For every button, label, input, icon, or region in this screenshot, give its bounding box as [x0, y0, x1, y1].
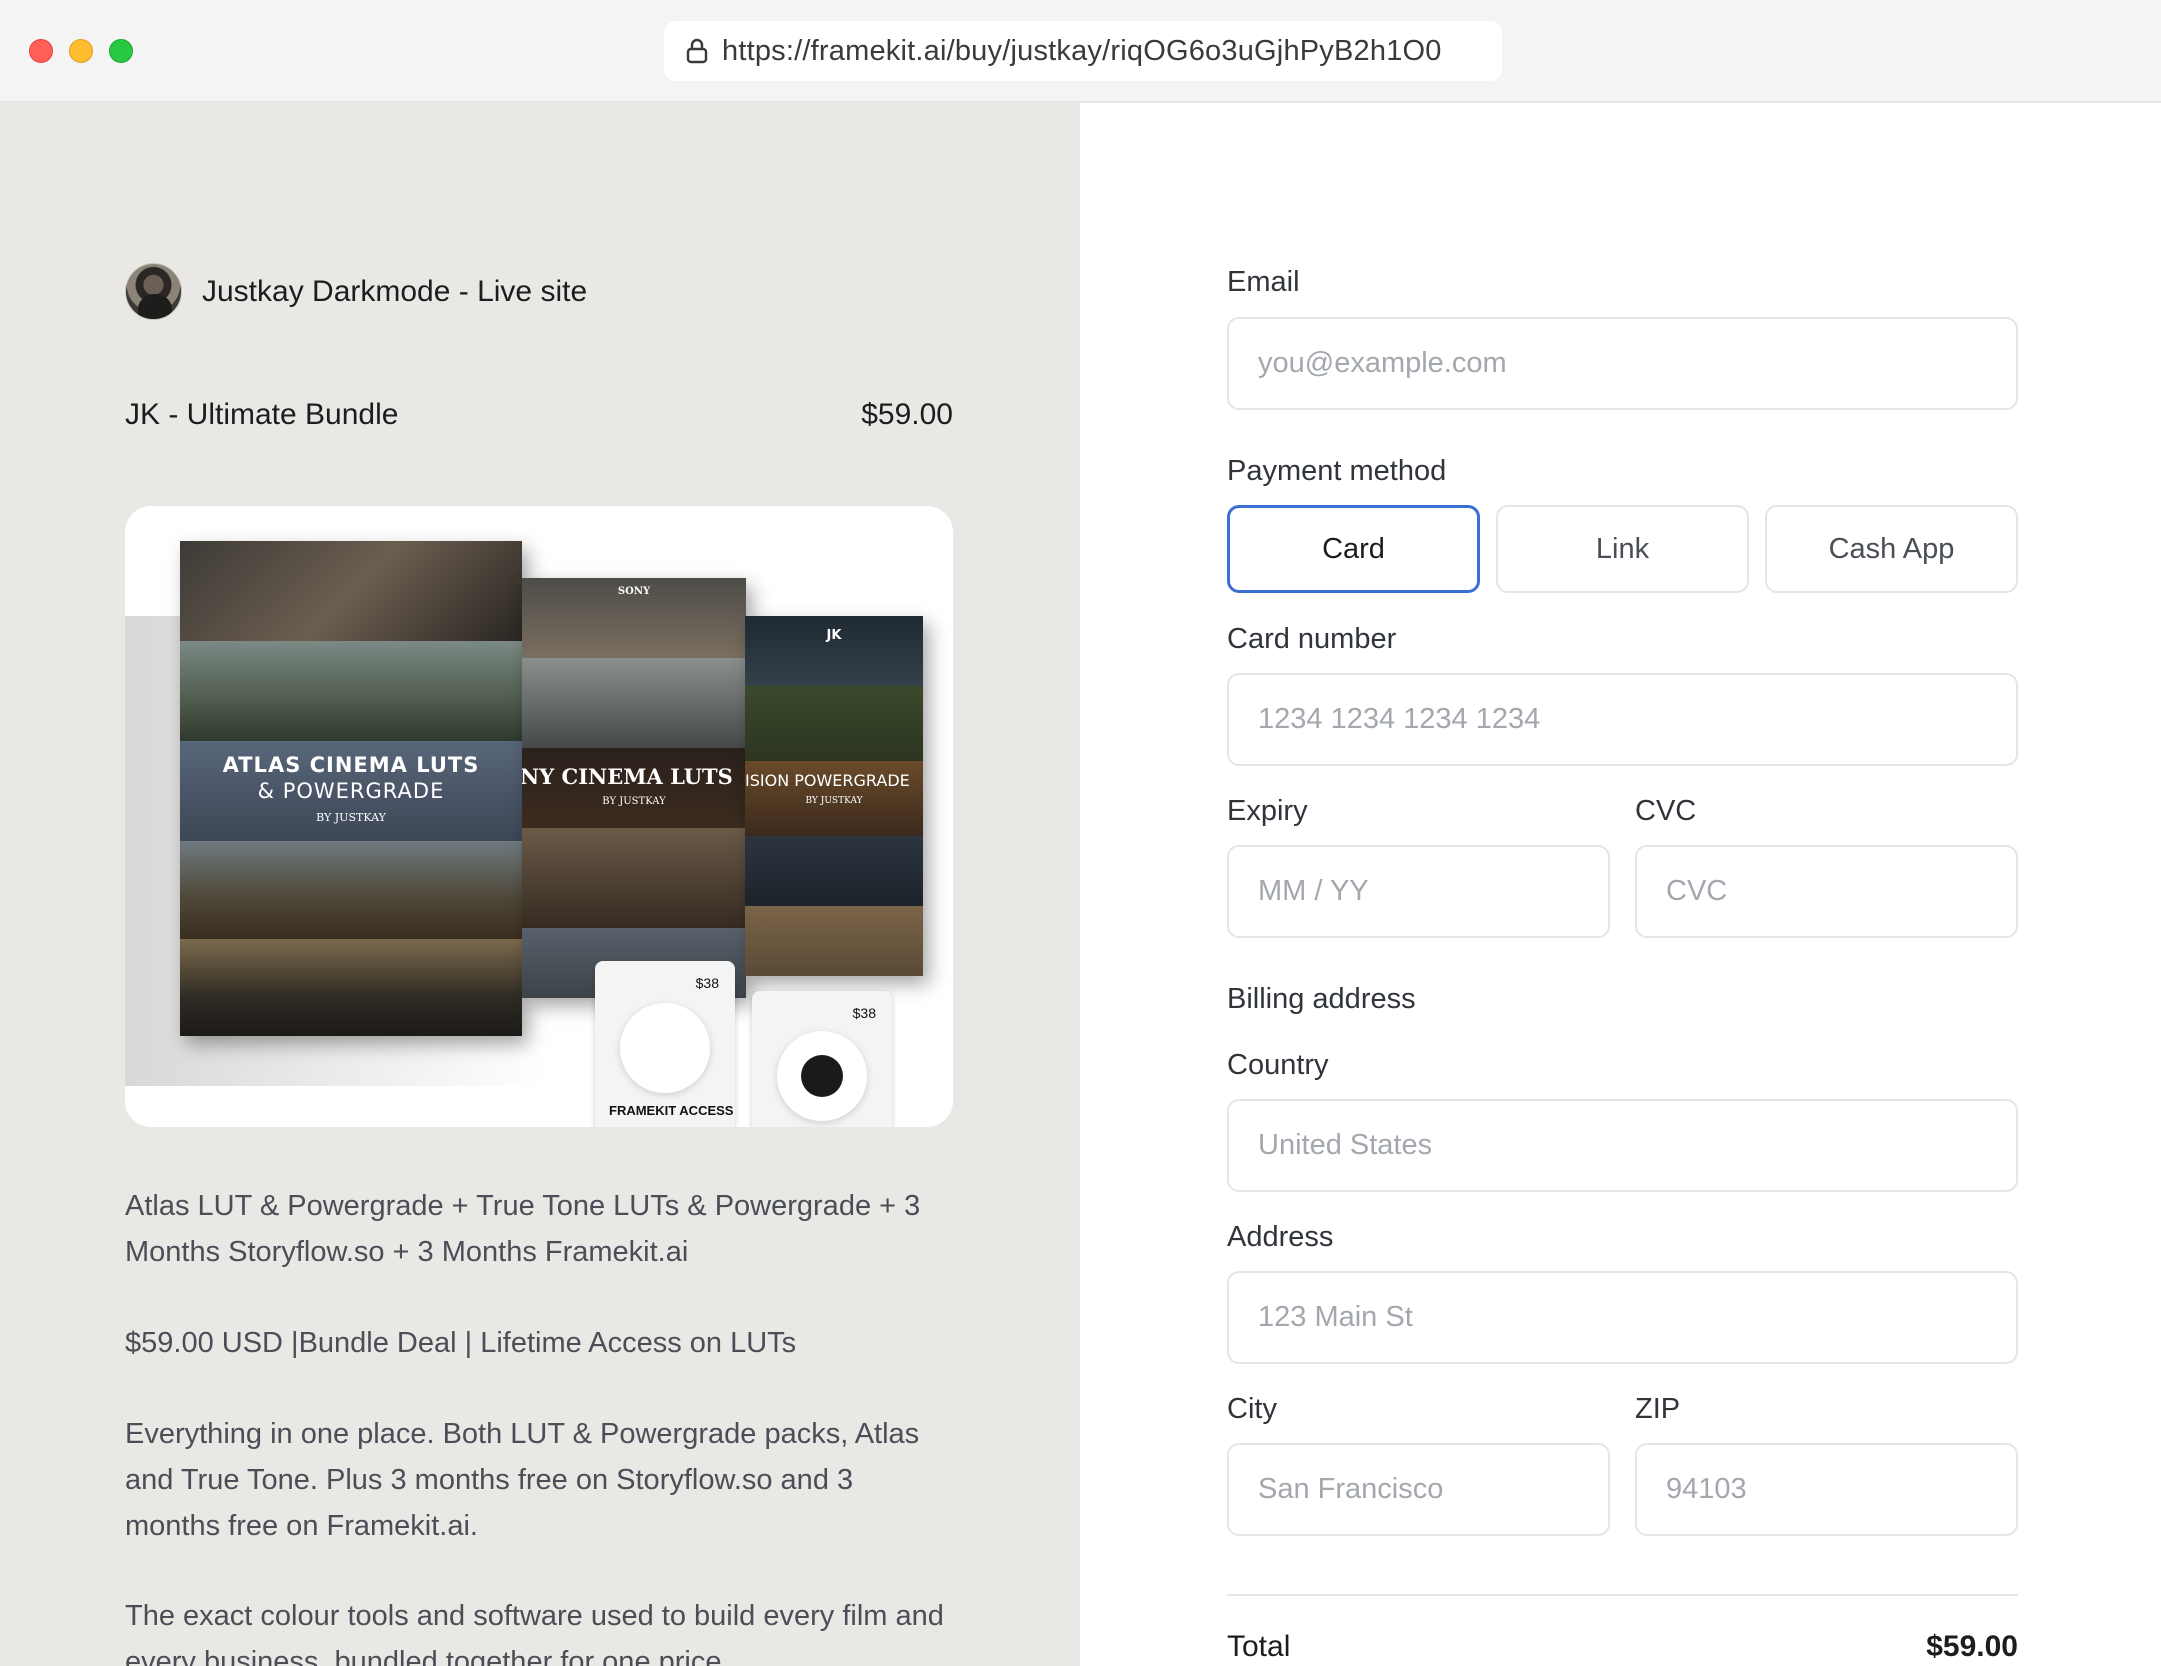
address-bar[interactable]: https://framekit.ai/buy/justkay/riqOG6o3… — [664, 21, 1502, 81]
checkout-form: Email you@example.com Payment method Car… — [1080, 103, 2161, 1666]
browser-chrome: https://framekit.ai/buy/justkay/riqOG6o3… — [0, 0, 2161, 102]
url-text: https://framekit.ai/buy/justkay/riqOG6o3… — [722, 34, 1442, 67]
powergrade-byline: BY JUSTKAY — [805, 796, 863, 806]
country-select[interactable]: United States — [1227, 1099, 2018, 1192]
city-field[interactable]: San Francisco — [1227, 1443, 1610, 1536]
expiry-placeholder: MM / YY — [1258, 875, 1369, 907]
card-number-field[interactable]: 1234 1234 1234 1234 — [1227, 673, 2018, 766]
minimize-window-button[interactable] — [69, 39, 93, 63]
total-divider — [1227, 1594, 2018, 1596]
product-image: ATLAS CINEMA LUTS & POWERGRADE BY JUSTKA… — [125, 506, 953, 1127]
card1-price: $38 — [695, 975, 719, 991]
card1-disc — [620, 1003, 710, 1093]
atlas-cinema-luts-cover: ATLAS CINEMA LUTS & POWERGRADE BY JUSTKA… — [180, 541, 522, 1036]
atlas-title-line2: & POWERGRADE — [257, 779, 445, 803]
atlas-title-line1: ATLAS CINEMA LUTS — [222, 753, 480, 777]
country-value: United States — [1258, 1129, 1433, 1161]
email-label: Email — [1227, 266, 1300, 298]
payment-method-cash-app-label: Cash App — [1828, 532, 1955, 565]
maximize-window-button[interactable] — [109, 39, 133, 63]
payment-method-link[interactable]: Link — [1496, 505, 1749, 593]
powergrade-title: ISION POWERGRADE — [745, 771, 910, 790]
address-field[interactable]: 123 Main St — [1227, 1271, 2018, 1364]
cvc-placeholder: CVC — [1666, 875, 1728, 907]
lock-icon — [686, 38, 708, 64]
payment-method-cash-app[interactable]: Cash App — [1765, 505, 2018, 593]
cvc-field[interactable]: CVC — [1635, 845, 2018, 938]
description-pricing: $59.00 USD |Bundle Deal | Lifetime Acces… — [125, 1327, 797, 1359]
product-line-item: JK - Ultimate Bundle $59.00 — [125, 398, 953, 432]
zip-label: ZIP — [1635, 1393, 1681, 1425]
zip-placeholder: 94103 — [1666, 1473, 1747, 1505]
payment-method-link-label: Link — [1595, 532, 1650, 565]
address-label: Address — [1227, 1221, 1334, 1253]
card2-disc — [777, 1031, 867, 1121]
card-number-placeholder: 1234 1234 1234 1234 — [1258, 703, 1541, 735]
seller-header: Justkay Darkmode - Live site — [125, 263, 587, 320]
framekit-access-card: $38 FRAMEKIT ACCESS — [595, 961, 735, 1127]
zip-field[interactable]: 94103 — [1635, 1443, 2018, 1536]
payment-method-label: Payment method — [1227, 455, 1447, 487]
sony-cinema-luts-cover: SONY NY CINEMA LUTS BY JUSTKAY — [522, 578, 746, 998]
email-placeholder: you@example.com — [1258, 347, 1507, 379]
cvc-label: CVC — [1635, 795, 1697, 827]
description-summary: Atlas LUT & Powergrade + True Tone LUTs … — [125, 1190, 921, 1268]
expiry-field[interactable]: MM / YY — [1227, 845, 1610, 938]
atlas-byline: BY JUSTKAY — [316, 811, 386, 824]
storyflow-card: $38 — [752, 991, 892, 1127]
expiry-label: Expiry — [1227, 795, 1308, 827]
city-placeholder: San Francisco — [1258, 1473, 1444, 1505]
card2-disc-center — [801, 1055, 843, 1097]
seller-name: Justkay Darkmode - Live site — [202, 274, 588, 308]
city-label: City — [1227, 1393, 1277, 1425]
address-placeholder: 123 Main St — [1258, 1301, 1413, 1333]
payment-method-card[interactable]: Card — [1227, 505, 1480, 593]
product-summary-panel: Justkay Darkmode - Live site JK - Ultima… — [0, 103, 1080, 1666]
card2-price: $38 — [852, 1005, 876, 1021]
payment-method-card-label: Card — [1322, 532, 1385, 565]
sony-byline: BY JUSTKAY — [602, 796, 666, 807]
product-price: $59.00 — [861, 398, 953, 431]
close-window-button[interactable] — [29, 39, 53, 63]
country-label: Country — [1227, 1049, 1329, 1081]
vision-powergrade-cover: JK ISION POWERGRADE BY JUSTKAY — [745, 616, 923, 976]
product-name: JK - Ultimate Bundle — [125, 398, 399, 431]
avatar — [125, 263, 182, 320]
total-label: Total — [1227, 1630, 1291, 1663]
description-closing: The exact colour tools and software used… — [125, 1600, 944, 1666]
description-details: Everything in one place. Both LUT & Powe… — [125, 1418, 920, 1542]
billing-address-heading: Billing address — [1227, 983, 1416, 1015]
sony-title: NY CINEMA LUTS — [522, 764, 733, 789]
sony-label: SONY — [617, 586, 651, 597]
card1-label: FRAMEKIT ACCESS — [609, 1103, 734, 1118]
email-field[interactable]: you@example.com — [1227, 317, 2018, 410]
total-value: $59.00 — [1926, 1630, 2018, 1663]
jk-label: JK — [826, 628, 842, 643]
card-number-label: Card number — [1227, 623, 1397, 655]
